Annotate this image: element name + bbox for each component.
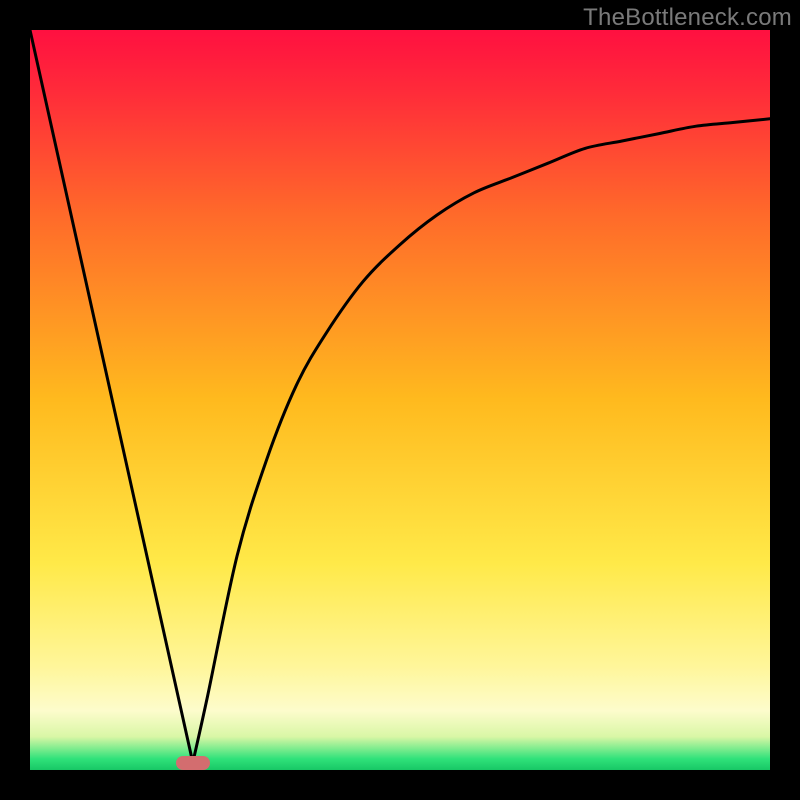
plot-svg [30,30,770,770]
minimum-marker [176,756,210,770]
chart-frame: TheBottleneck.com [0,0,800,800]
gradient-background [30,30,770,770]
plot-area [30,30,770,770]
watermark-label: TheBottleneck.com [583,4,792,32]
